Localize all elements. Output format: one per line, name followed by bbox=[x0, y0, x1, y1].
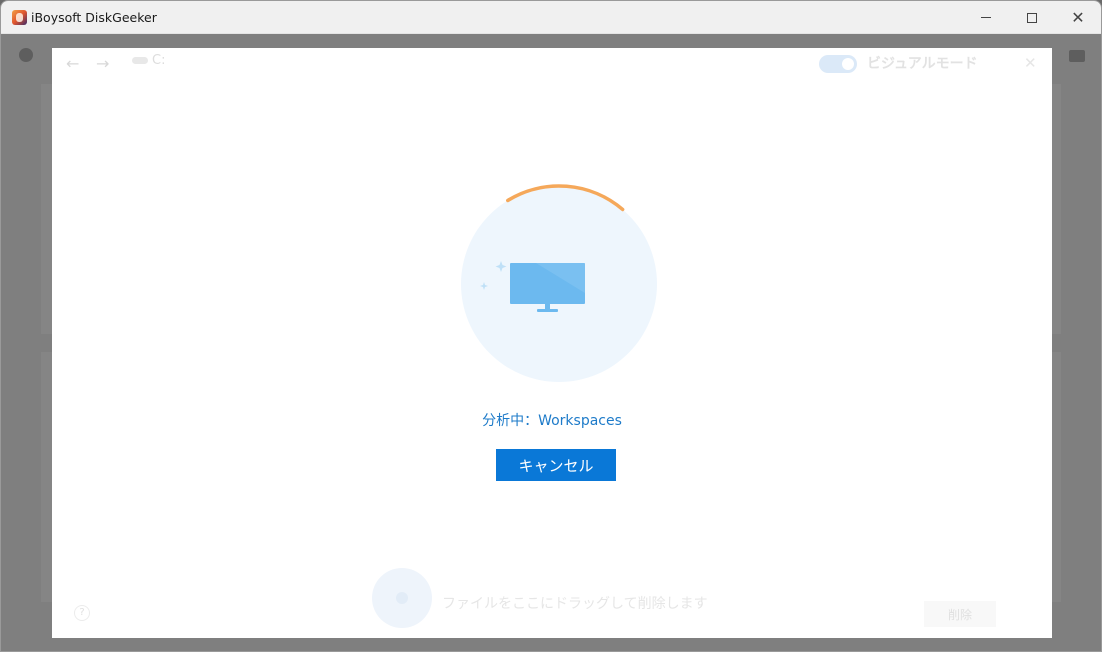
breadcrumb: C: bbox=[132, 53, 165, 68]
delete-button[interactable]: 削除 bbox=[924, 601, 996, 627]
title-bar: iBoysoft DiskGeeker ✕ bbox=[1, 1, 1101, 34]
background-menu-icon bbox=[1069, 50, 1085, 62]
drop-zone-icon bbox=[372, 568, 432, 628]
maximize-icon bbox=[1027, 12, 1037, 23]
dialog-close-icon[interactable]: ✕ bbox=[1024, 54, 1037, 72]
window-title: iBoysoft DiskGeeker bbox=[31, 10, 157, 25]
background-home-icon bbox=[19, 48, 33, 62]
scan-dialog: ← → C: ビジュアルモード ✕ 分析中：Workspaces キャンセル ?… bbox=[52, 48, 1052, 638]
drop-zone-text: ファイルをここにドラッグして削除します bbox=[442, 596, 708, 612]
breadcrumb-path: C: bbox=[152, 53, 166, 68]
app-window: iBoysoft DiskGeeker ✕ ← → C: ビジュアルモード ✕ bbox=[0, 0, 1102, 652]
scan-progress bbox=[456, 181, 662, 387]
scan-progress-graphic bbox=[461, 184, 657, 382]
cancel-button[interactable]: キャンセル bbox=[496, 449, 616, 481]
minimize-button[interactable] bbox=[963, 1, 1009, 34]
forward-arrow-icon[interactable]: → bbox=[96, 54, 109, 73]
maximize-button[interactable] bbox=[1009, 1, 1055, 34]
scan-status: 分析中：Workspaces bbox=[52, 410, 1052, 430]
app-logo-icon bbox=[12, 10, 27, 25]
visual-mode-toggle[interactable] bbox=[819, 55, 857, 73]
close-window-button[interactable]: ✕ bbox=[1055, 1, 1101, 34]
minimize-icon bbox=[981, 17, 991, 18]
back-arrow-icon[interactable]: ← bbox=[66, 54, 79, 73]
help-icon[interactable]: ? bbox=[74, 605, 90, 621]
toggle-knob bbox=[842, 58, 854, 70]
visual-mode-label: ビジュアルモード bbox=[867, 56, 978, 72]
scan-status-label: 分析中： bbox=[482, 413, 539, 429]
scan-target: Workspaces bbox=[538, 413, 622, 429]
drive-icon bbox=[132, 57, 148, 64]
close-icon: ✕ bbox=[1071, 7, 1085, 27]
